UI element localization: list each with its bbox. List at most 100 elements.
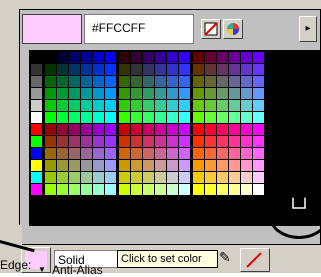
- swatch-cell[interactable]: [119, 64, 130, 75]
- swatch-cell[interactable]: [155, 124, 166, 135]
- hex-color-input[interactable]: #FFCCFF: [84, 14, 194, 44]
- swatch-cell[interactable]: [179, 64, 190, 75]
- swatch-cell[interactable]: [217, 184, 228, 195]
- swatch-cell[interactable]: [143, 64, 154, 75]
- swatch-cell[interactable]: [217, 88, 228, 99]
- pencil-icon[interactable]: ✎: [219, 249, 239, 269]
- swatch-cell[interactable]: [81, 76, 92, 87]
- swatch-cell[interactable]: [131, 112, 142, 123]
- swatch-cell[interactable]: [143, 88, 154, 99]
- swatch-cell[interactable]: [31, 100, 42, 111]
- color-wheel-button[interactable]: [223, 19, 243, 39]
- swatch-cell[interactable]: [81, 172, 92, 183]
- swatch-cell[interactable]: [193, 112, 204, 123]
- swatch-cell[interactable]: [57, 184, 68, 195]
- swatch-cell[interactable]: [193, 88, 204, 99]
- swatch-cell[interactable]: [229, 112, 240, 123]
- swatch-cell[interactable]: [93, 136, 104, 147]
- swatch-cell[interactable]: [205, 160, 216, 171]
- swatch-cell[interactable]: [131, 172, 142, 183]
- swatch-cell[interactable]: [193, 172, 204, 183]
- swatch-cell[interactable]: [31, 76, 42, 87]
- swatch-cell[interactable]: [253, 76, 264, 87]
- swatch-cell[interactable]: [45, 136, 56, 147]
- swatch-cell[interactable]: [119, 136, 130, 147]
- swatch-cell[interactable]: [167, 160, 178, 171]
- swatch-cell[interactable]: [205, 148, 216, 159]
- swatch-cell[interactable]: [253, 172, 264, 183]
- swatch-cell[interactable]: [93, 88, 104, 99]
- swatch-cell[interactable]: [229, 184, 240, 195]
- swatch-cell[interactable]: [253, 64, 264, 75]
- swatch-cell[interactable]: [81, 160, 92, 171]
- swatch-cell[interactable]: [81, 52, 92, 63]
- swatch-cell[interactable]: [229, 100, 240, 111]
- swatch-cell[interactable]: [217, 160, 228, 171]
- swatch-cell[interactable]: [179, 124, 190, 135]
- swatch-cell[interactable]: [253, 184, 264, 195]
- swatch-cell[interactable]: [155, 52, 166, 63]
- swatch-cell[interactable]: [241, 184, 252, 195]
- swatch-cell[interactable]: [119, 88, 130, 99]
- swatch-cell[interactable]: [31, 184, 42, 195]
- swatch-cell[interactable]: [193, 52, 204, 63]
- swatch-cell[interactable]: [131, 52, 142, 63]
- swatch-cell[interactable]: [105, 148, 116, 159]
- swatch-cell[interactable]: [31, 124, 42, 135]
- swatch-cell[interactable]: [217, 148, 228, 159]
- swatch-cell[interactable]: [45, 112, 56, 123]
- swatch-cell[interactable]: [205, 172, 216, 183]
- swatch-cell[interactable]: [217, 172, 228, 183]
- swatch-cell[interactable]: [217, 124, 228, 135]
- swatch-cell[interactable]: [155, 76, 166, 87]
- swatch-cell[interactable]: [241, 52, 252, 63]
- swatch-cell[interactable]: [253, 100, 264, 111]
- swatch-cell[interactable]: [105, 52, 116, 63]
- swatch-cell[interactable]: [119, 184, 130, 195]
- swatch-cell[interactable]: [167, 136, 178, 147]
- swatch-cell[interactable]: [179, 76, 190, 87]
- swatch-cell[interactable]: [69, 148, 80, 159]
- swatch-cell[interactable]: [69, 100, 80, 111]
- swatch-cell[interactable]: [57, 100, 68, 111]
- swatch-cell[interactable]: [253, 88, 264, 99]
- swatch-cell[interactable]: [45, 160, 56, 171]
- swatch-cell[interactable]: [217, 136, 228, 147]
- swatch-cell[interactable]: [193, 148, 204, 159]
- swatch-cell[interactable]: [31, 136, 42, 147]
- swatch-cell[interactable]: [93, 64, 104, 75]
- swatch-cell[interactable]: [45, 88, 56, 99]
- swatch-cell[interactable]: [179, 112, 190, 123]
- swatch-cell[interactable]: [241, 64, 252, 75]
- swatch-cell[interactable]: [105, 172, 116, 183]
- swatch-cell[interactable]: [193, 100, 204, 111]
- swatch-cell[interactable]: [167, 184, 178, 195]
- swatch-cell[interactable]: [57, 148, 68, 159]
- swatch-cell[interactable]: [81, 148, 92, 159]
- swatch-cell[interactable]: [45, 52, 56, 63]
- swatch-cell[interactable]: [143, 172, 154, 183]
- swatch-cell[interactable]: [241, 88, 252, 99]
- swatch-cell[interactable]: [193, 160, 204, 171]
- swatch-cell[interactable]: [241, 100, 252, 111]
- swatch-cell[interactable]: [131, 76, 142, 87]
- swatch-cell[interactable]: [45, 76, 56, 87]
- swatch-cell[interactable]: [105, 124, 116, 135]
- swatch-cell[interactable]: [131, 148, 142, 159]
- swatch-cell[interactable]: [155, 172, 166, 183]
- swatch-cell[interactable]: [131, 124, 142, 135]
- swatch-cell[interactable]: [229, 160, 240, 171]
- swatch-cell[interactable]: [193, 124, 204, 135]
- swatch-cell[interactable]: [81, 124, 92, 135]
- swatch-cell[interactable]: [143, 76, 154, 87]
- swatch-cell[interactable]: [143, 52, 154, 63]
- swatch-cell[interactable]: [205, 52, 216, 63]
- swatch-cell[interactable]: [31, 64, 42, 75]
- swatch-cell[interactable]: [205, 112, 216, 123]
- swatch-cell[interactable]: [45, 124, 56, 135]
- swatch-cell[interactable]: [143, 100, 154, 111]
- swatch-cell[interactable]: [179, 172, 190, 183]
- swatch-cell[interactable]: [167, 112, 178, 123]
- swatch-cell[interactable]: [155, 100, 166, 111]
- swatch-cell[interactable]: [167, 100, 178, 111]
